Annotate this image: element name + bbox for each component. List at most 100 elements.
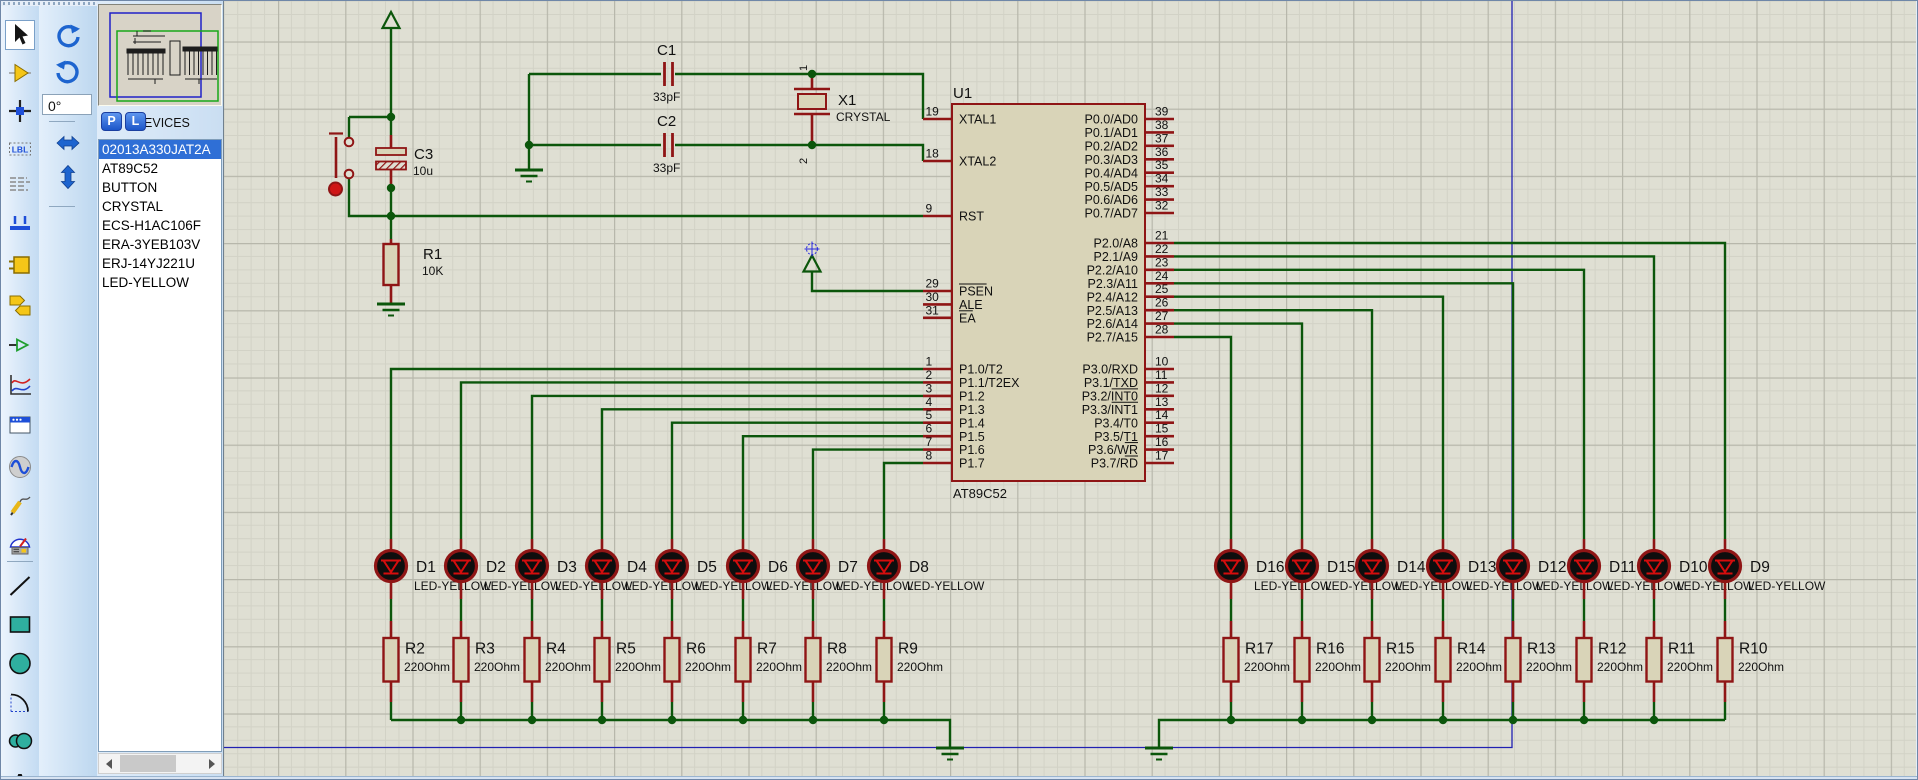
terminals-tool[interactable] — [5, 290, 35, 320]
led-D7[interactable] — [795, 548, 831, 584]
chip-u1[interactable]: U1AT89C5219XTAL118XTAL29RST29PSEN30ALE31… — [923, 85, 1174, 501]
led-D11[interactable] — [1566, 548, 1602, 584]
led-D15[interactable] — [1284, 548, 1320, 584]
device-list-item[interactable]: 02013A330JAT2A — [99, 140, 221, 159]
device-list-item[interactable]: CRYSTAL — [99, 197, 221, 216]
pin-name: P0.4/AD4 — [1084, 166, 1138, 180]
pick-devices-button[interactable]: P — [101, 112, 122, 131]
led-D2[interactable] — [443, 548, 479, 584]
scroll-left-button[interactable] — [99, 754, 119, 773]
rotate-anticlockwise-tool[interactable] — [53, 56, 83, 86]
path-2d-tool[interactable] — [5, 726, 35, 756]
device-pins-tool[interactable] — [5, 330, 35, 360]
box-2d-tool[interactable] — [5, 609, 35, 639]
arc-2d-tool[interactable] — [5, 688, 35, 718]
resistor-ref-label: R7 — [757, 641, 777, 658]
resistor-value-label: 220Ohm — [826, 660, 872, 674]
led-D12[interactable] — [1495, 548, 1531, 584]
library-manage-button[interactable]: L — [125, 112, 146, 131]
part-value-label: 10u — [413, 164, 433, 178]
resistor-R9[interactable] — [875, 636, 893, 683]
button-actuator-dot[interactable] — [328, 181, 343, 197]
pin-name: XTAL2 — [959, 155, 996, 169]
resistor-R14[interactable] — [1434, 636, 1452, 683]
resistor-ref-label: R16 — [1316, 641, 1344, 658]
device-list-item[interactable]: LED-YELLOW — [99, 273, 221, 292]
resistor-value-label: 220Ohm — [1667, 660, 1713, 674]
resistor-R2[interactable] — [382, 636, 400, 683]
part-ref-label: C3 — [414, 146, 433, 163]
generator-icon — [9, 456, 31, 478]
resistor-R16[interactable] — [1293, 636, 1311, 683]
led-D6[interactable] — [725, 548, 761, 584]
scrollbar-thumb[interactable] — [120, 755, 176, 772]
selection-pointer-tool[interactable] — [5, 20, 35, 50]
resistor-R5[interactable] — [593, 636, 611, 683]
rotation-angle-field[interactable] — [42, 94, 92, 115]
tape-recorder-tool[interactable] — [5, 410, 35, 440]
part-value-label: 33pF — [653, 90, 680, 104]
resistor-R17[interactable] — [1222, 636, 1240, 683]
resistor-R13[interactable] — [1504, 636, 1522, 683]
led-D16[interactable] — [1213, 548, 1249, 584]
resistor-R6[interactable] — [663, 636, 681, 683]
rotate-clockwise-icon — [57, 24, 80, 48]
pin-number: 1 — [926, 355, 933, 369]
led-D13[interactable] — [1425, 548, 1461, 584]
pin-name: P1.3 — [959, 403, 985, 417]
led-D1[interactable] — [373, 548, 409, 584]
led-value-label: LED-YELLOW — [907, 579, 985, 593]
resistor-R3[interactable] — [452, 636, 470, 683]
led-D4[interactable] — [584, 548, 620, 584]
pin-name: P0.1/AD1 — [1084, 126, 1138, 140]
subcircuit-tool[interactable] — [5, 250, 35, 280]
overview-minimap[interactable] — [98, 4, 222, 106]
resistor-R11[interactable] — [1645, 636, 1663, 683]
buses-tool[interactable] — [5, 210, 35, 240]
wire-label-tool[interactable]: LBL — [5, 134, 35, 164]
resistor-R15[interactable] — [1363, 636, 1381, 683]
resistor-R12[interactable] — [1575, 636, 1593, 683]
led-D10[interactable] — [1636, 548, 1672, 584]
junction-dot — [1438, 715, 1448, 725]
component-mode-tool[interactable] — [5, 58, 35, 88]
generator-tool[interactable] — [5, 452, 35, 482]
schematic-editing-area[interactable]: U1AT89C5219XTAL118XTAL29RST29PSEN30ALE31… — [224, 1, 1916, 776]
mirror-vertical-tool[interactable] — [53, 162, 83, 192]
led-value-label: LED-YELLOW — [1536, 579, 1614, 593]
resistor-R4[interactable] — [523, 636, 541, 683]
led-D5[interactable] — [654, 548, 690, 584]
line-2d-tool[interactable] — [5, 571, 35, 601]
device-list-item[interactable]: ECS-H1AC106F — [99, 216, 221, 235]
circle-2d-tool[interactable] — [5, 648, 35, 678]
led-ref-label: D3 — [557, 559, 577, 576]
junction-dot — [1367, 715, 1377, 725]
device-list-item[interactable]: BUTTON — [99, 178, 221, 197]
voltage-probe-tool[interactable] — [5, 490, 35, 520]
pin-number: 12 — [1155, 381, 1169, 395]
virtual-instruments-tool[interactable] — [5, 528, 35, 558]
graph-icon — [10, 375, 31, 395]
scroll-right-button[interactable] — [201, 754, 221, 773]
led-D14[interactable] — [1354, 548, 1390, 584]
toolbar-divider — [7, 561, 33, 562]
resistor-R8[interactable] — [804, 636, 822, 683]
mirror-horizontal-tool[interactable] — [53, 128, 83, 158]
rotate-clockwise-tool[interactable] — [53, 20, 83, 50]
led-D8[interactable] — [866, 548, 902, 584]
led-D3[interactable] — [514, 548, 550, 584]
graph-tool[interactable] — [5, 370, 35, 400]
schematic-canvas[interactable]: U1 AT89C52 19 XTAL1 18 XTAL2 9 RST 29 PSEN 30 ALE 31… — [223, 1, 1916, 776]
text-script-tool[interactable] — [5, 170, 35, 200]
device-list-item[interactable]: AT89C52 — [99, 159, 221, 178]
resistor-value-label: 220Ohm — [1738, 660, 1784, 674]
led-D9[interactable] — [1707, 548, 1743, 584]
resistor-R10[interactable] — [1716, 636, 1734, 683]
pin-number: 23 — [1155, 255, 1169, 269]
device-list-item[interactable]: ERA-3YEB103V — [99, 235, 221, 254]
junction-dot-tool[interactable] — [5, 96, 35, 126]
pin-name: PSEN — [959, 285, 993, 299]
resistor-R7[interactable] — [734, 636, 752, 683]
device-list-item[interactable]: ERJ-14YJ221U — [99, 254, 221, 273]
proteus-isis-window: LBLA DEVICES P L — [0, 0, 1918, 780]
